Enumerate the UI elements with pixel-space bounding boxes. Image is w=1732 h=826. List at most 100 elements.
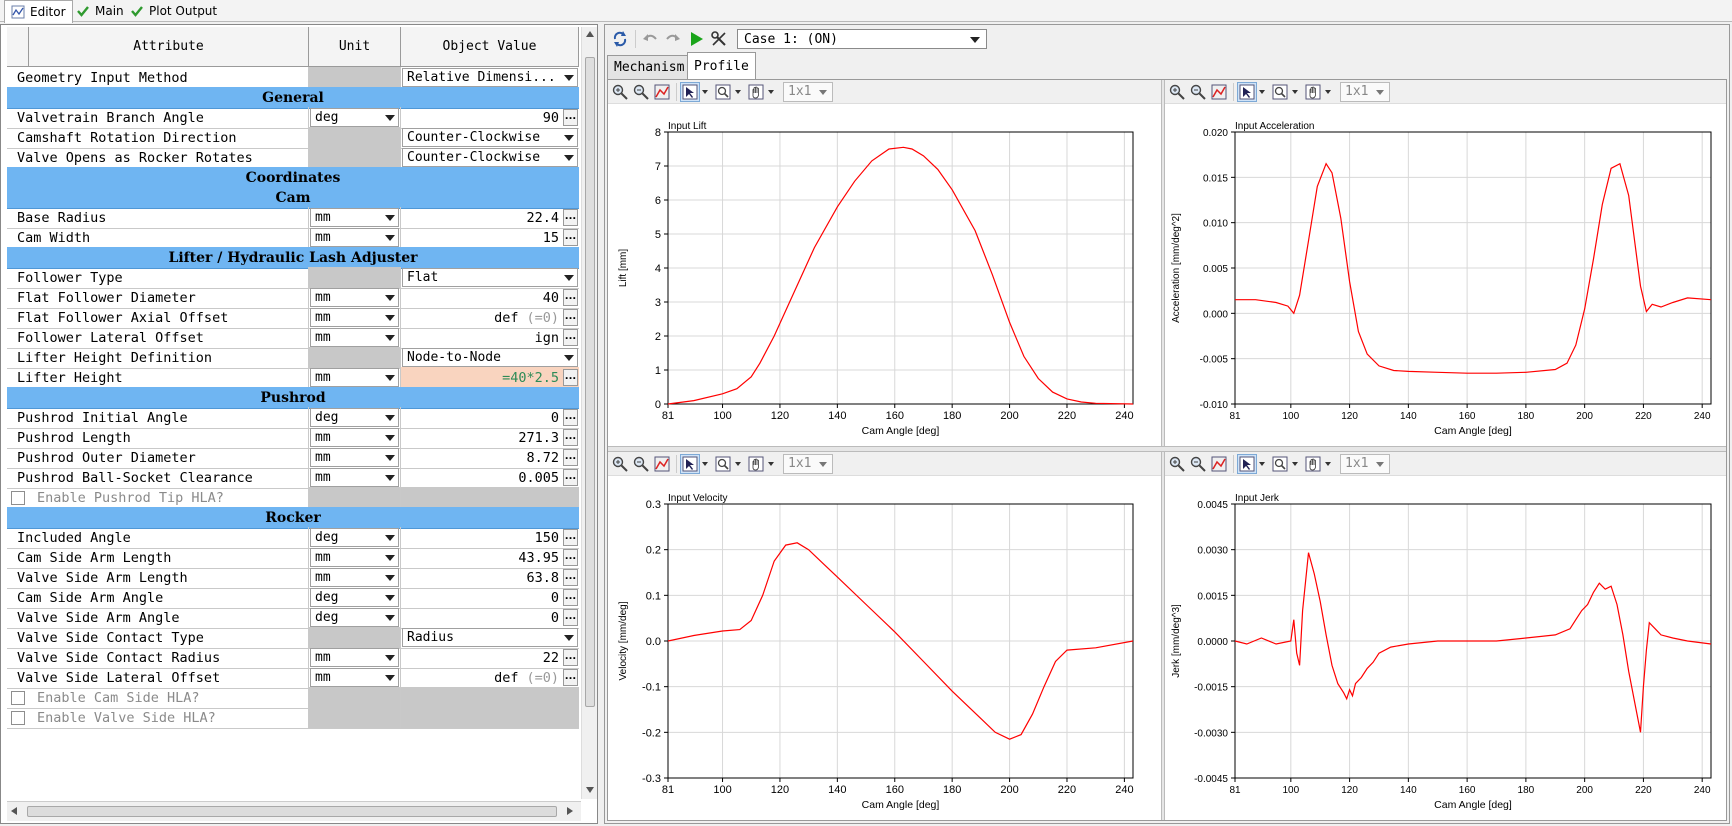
unit-select[interactable]: deg [310,608,399,627]
scroll-left-icon[interactable] [11,807,17,815]
value-cell[interactable]: 22... [401,647,579,668]
unit-select[interactable]: mm [310,448,399,467]
zoom-options-dropdown[interactable] [734,82,742,102]
value-browse-button[interactable]: ... [563,209,578,226]
refresh-icon[interactable] [609,28,631,50]
value-browse-button[interactable]: ... [563,229,578,246]
zoom-fit-icon[interactable] [1209,454,1229,474]
value-browse-button[interactable]: ... [563,329,578,346]
unit-select[interactable]: mm [310,208,399,227]
value-browse-button[interactable]: ... [563,429,578,446]
value-cell[interactable]: 0... [401,607,579,628]
value-cell[interactable]: 0.005... [401,467,579,488]
value-select[interactable]: Node-to-Node [402,348,578,367]
undo-icon[interactable] [639,28,661,50]
value-cell[interactable]: 43.95... [401,547,579,568]
pan-options-dropdown[interactable] [1324,82,1332,102]
value-browse-button[interactable]: ... [563,309,578,326]
zoom-fit-icon[interactable] [652,82,672,102]
pan-icon[interactable] [746,454,766,474]
value-input[interactable]: =40*2.5 [401,367,562,388]
value-browse-button[interactable]: ... [563,109,578,126]
zoom-fit-icon[interactable] [652,454,672,474]
zoom-box-icon[interactable] [713,454,733,474]
value-select[interactable]: Counter-Clockwise [402,128,578,147]
value-input[interactable]: def (=0) [401,307,562,328]
scroll-thumb[interactable] [585,57,595,707]
unit-select[interactable]: mm [310,668,399,687]
value-browse-button[interactable]: ... [563,449,578,466]
pointer-icon[interactable] [680,81,700,102]
unit-select[interactable]: mm [310,288,399,307]
value-input[interactable]: 271.3 [401,427,562,448]
zoom-out-icon[interactable] [631,454,651,474]
zoom-out-icon[interactable] [1188,454,1208,474]
unit-select[interactable]: mm [310,308,399,327]
tools-icon[interactable] [708,28,730,50]
value-input[interactable]: 63.8 [401,567,562,588]
unit-select[interactable]: deg [310,408,399,427]
pointer-icon[interactable] [680,453,700,474]
tab-profile[interactable]: Profile [687,52,756,79]
vertical-scrollbar[interactable] [581,27,597,799]
value-input[interactable]: 150 [401,527,562,548]
layout-select[interactable]: 1x1 [1340,81,1390,102]
value-browse-button[interactable]: ... [563,469,578,486]
value-input[interactable]: 0.005 [401,467,562,488]
value-browse-button[interactable]: ... [563,669,578,686]
value-browse-button[interactable]: ... [563,609,578,626]
column-header-attribute[interactable]: Attribute [29,27,309,67]
value-cell[interactable]: 271.3... [401,427,579,448]
pointer-options-dropdown[interactable] [701,82,709,102]
scroll-thumb[interactable] [27,806,557,817]
horizontal-splitter[interactable] [608,446,1726,452]
pan-options-dropdown[interactable] [767,82,775,102]
value-input[interactable]: 90 [401,107,562,128]
zoom-in-icon[interactable] [610,82,630,102]
scroll-up-icon[interactable] [586,31,594,37]
value-input[interactable]: 22 [401,647,562,668]
value-browse-button[interactable]: ... [563,549,578,566]
value-select[interactable]: Radius [402,628,578,647]
zoom-in-icon[interactable] [1167,454,1187,474]
unit-select[interactable]: mm [310,328,399,347]
unit-select[interactable]: deg [310,588,399,607]
tab-mechanism[interactable]: Mechanism [607,55,692,79]
column-header-object-value[interactable]: Object Value [401,27,579,67]
value-cell[interactable]: 0... [401,407,579,428]
checkbox[interactable] [11,491,25,505]
value-cell[interactable]: 15... [401,227,579,248]
redo-icon[interactable] [662,28,684,50]
checkbox[interactable] [11,711,25,725]
value-cell[interactable]: 90... [401,107,579,128]
pointer-options-dropdown[interactable] [1258,82,1266,102]
unit-select[interactable]: mm [310,648,399,667]
value-cell[interactable]: =40*2.5... [401,367,579,388]
value-input[interactable]: def (=0) [401,667,562,688]
zoom-box-icon[interactable] [713,82,733,102]
case-select[interactable]: Case 1: (ON) [737,29,987,49]
value-cell[interactable]: def (=0)... [401,307,579,328]
zoom-in-icon[interactable] [1167,82,1187,102]
value-browse-button[interactable]: ... [563,649,578,666]
scroll-down-icon[interactable] [586,787,594,793]
value-cell[interactable]: 150... [401,527,579,548]
pointer-options-dropdown[interactable] [1258,454,1266,474]
tab-plot-output[interactable]: Plot Output [124,0,223,22]
scroll-right-icon[interactable] [567,807,573,815]
value-browse-button[interactable]: ... [563,289,578,306]
zoom-box-icon[interactable] [1270,82,1290,102]
zoom-box-icon[interactable] [1270,454,1290,474]
pan-options-dropdown[interactable] [767,454,775,474]
tab-editor[interactable]: Editor [4,0,73,23]
pointer-options-dropdown[interactable] [701,454,709,474]
run-icon[interactable] [685,28,707,50]
value-input[interactable]: 43.95 [401,547,562,568]
tab-main[interactable]: Main [70,0,130,22]
zoom-in-icon[interactable] [610,454,630,474]
value-input[interactable]: 0 [401,407,562,428]
value-select[interactable]: Flat [402,268,578,287]
value-cell[interactable]: 22.4... [401,207,579,228]
value-cell[interactable]: 0... [401,587,579,608]
unit-select[interactable]: mm [310,568,399,587]
